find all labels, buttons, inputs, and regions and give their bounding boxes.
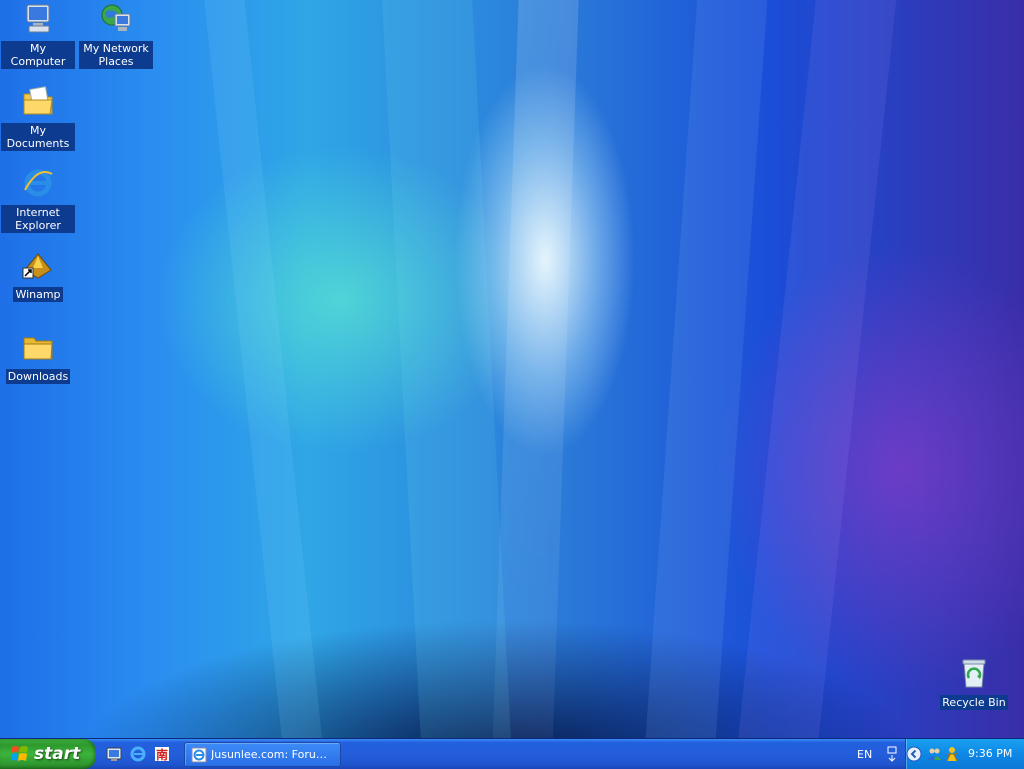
desktop-icon-label: Downloads <box>5 369 71 384</box>
desktop-icon-label: Internet Explorer <box>1 205 75 233</box>
system-tray: 9:36 PM <box>905 739 1024 769</box>
app-launch-icon[interactable]: 南 <box>153 745 171 763</box>
quick-launch: 南 <box>105 739 171 769</box>
windows-logo-icon <box>11 746 28 761</box>
internet-explorer-icon[interactable] <box>129 745 147 763</box>
desktop-icon-label: Winamp <box>13 287 63 302</box>
wallpaper-beam <box>380 0 513 738</box>
desktop-icon-label: Recycle Bin <box>940 695 1008 710</box>
input-method-icon[interactable] <box>885 745 899 763</box>
desktop-icon-winamp[interactable]: Winamp <box>1 248 75 302</box>
taskbar-window-button[interactable]: Jusunlee.com: Forum... <box>184 742 341 767</box>
language-indicator[interactable]: EN <box>857 739 872 769</box>
start-button[interactable]: start <box>0 739 96 769</box>
desktop-icon-downloads[interactable]: Downloads <box>1 330 75 384</box>
wallpaper-beam <box>200 0 326 738</box>
taskbar[interactable]: start 南 Jusunlee.com: Forum... EN 9:36 P… <box>0 738 1024 769</box>
language-label: EN <box>857 747 873 761</box>
desktop-icon-label: My Network Places <box>79 41 153 69</box>
network-places-icon <box>101 4 131 31</box>
my-documents-icon <box>23 86 53 115</box>
winamp-shortcut-icon <box>22 253 52 279</box>
desktop-icon-label: My Computer <box>1 41 75 69</box>
my-computer-icon <box>26 4 50 33</box>
taskbar-window-title: Jusunlee.com: Forum... <box>211 748 331 761</box>
desktop-icon-my-network-places[interactable]: My Network Places <box>79 2 153 69</box>
messenger-icon[interactable] <box>944 746 960 762</box>
internet-explorer-icon <box>24 169 53 197</box>
svg-text:南: 南 <box>156 747 168 762</box>
desktop-icon-recycle-bin[interactable]: Recycle Bin <box>937 656 1011 710</box>
recycle-bin-icon <box>962 659 986 688</box>
clock[interactable]: 9:36 PM <box>968 739 1012 769</box>
desktop[interactable]: My Computer My Network Places My Documen… <box>0 0 1024 738</box>
start-label: start <box>34 744 81 764</box>
network-users-icon[interactable] <box>926 746 942 762</box>
internet-explorer-icon <box>191 747 207 762</box>
desktop-icon-internet-explorer[interactable]: Internet Explorer <box>1 166 75 233</box>
desktop-icon-my-computer[interactable]: My Computer <box>1 2 75 69</box>
chevron-left-icon[interactable] <box>906 746 922 762</box>
desktop-icon-my-documents[interactable]: My Documents <box>1 84 75 151</box>
folder-icon <box>23 337 53 360</box>
show-desktop-icon[interactable] <box>105 745 123 763</box>
desktop-icon-label: My Documents <box>1 123 75 151</box>
